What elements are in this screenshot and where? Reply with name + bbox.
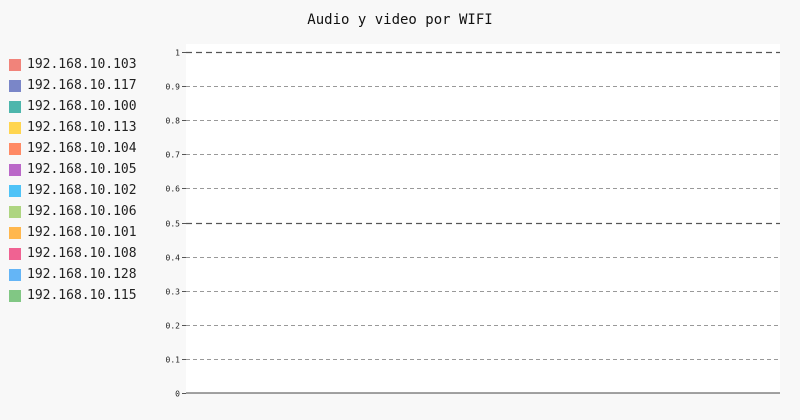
y-tick-label: 1 — [175, 49, 180, 58]
y-tick-label: 0.9 — [166, 83, 181, 92]
plot-area — [186, 44, 780, 393]
y-tick-label: 0 — [175, 390, 180, 399]
y-tick-label: 0.4 — [166, 254, 181, 263]
y-tick-label: 0.7 — [166, 151, 181, 160]
y-tick-label: 0.8 — [166, 117, 181, 126]
y-tick-label: 0.3 — [166, 288, 181, 297]
y-tick-label: 0.1 — [166, 356, 181, 365]
y-tick-label: 0.6 — [166, 185, 181, 194]
chart-plot: 0 0.1 0.2 0.3 0.4 0.5 0.6 0.7 0.8 0.9 1 — [166, 44, 780, 399]
y-tick-label: 0.2 — [166, 322, 181, 331]
y-tick-label: 0.5 — [166, 220, 181, 229]
chart-page: Audio y video por WIFI 192.168.10.103 192… — [0, 0, 800, 420]
